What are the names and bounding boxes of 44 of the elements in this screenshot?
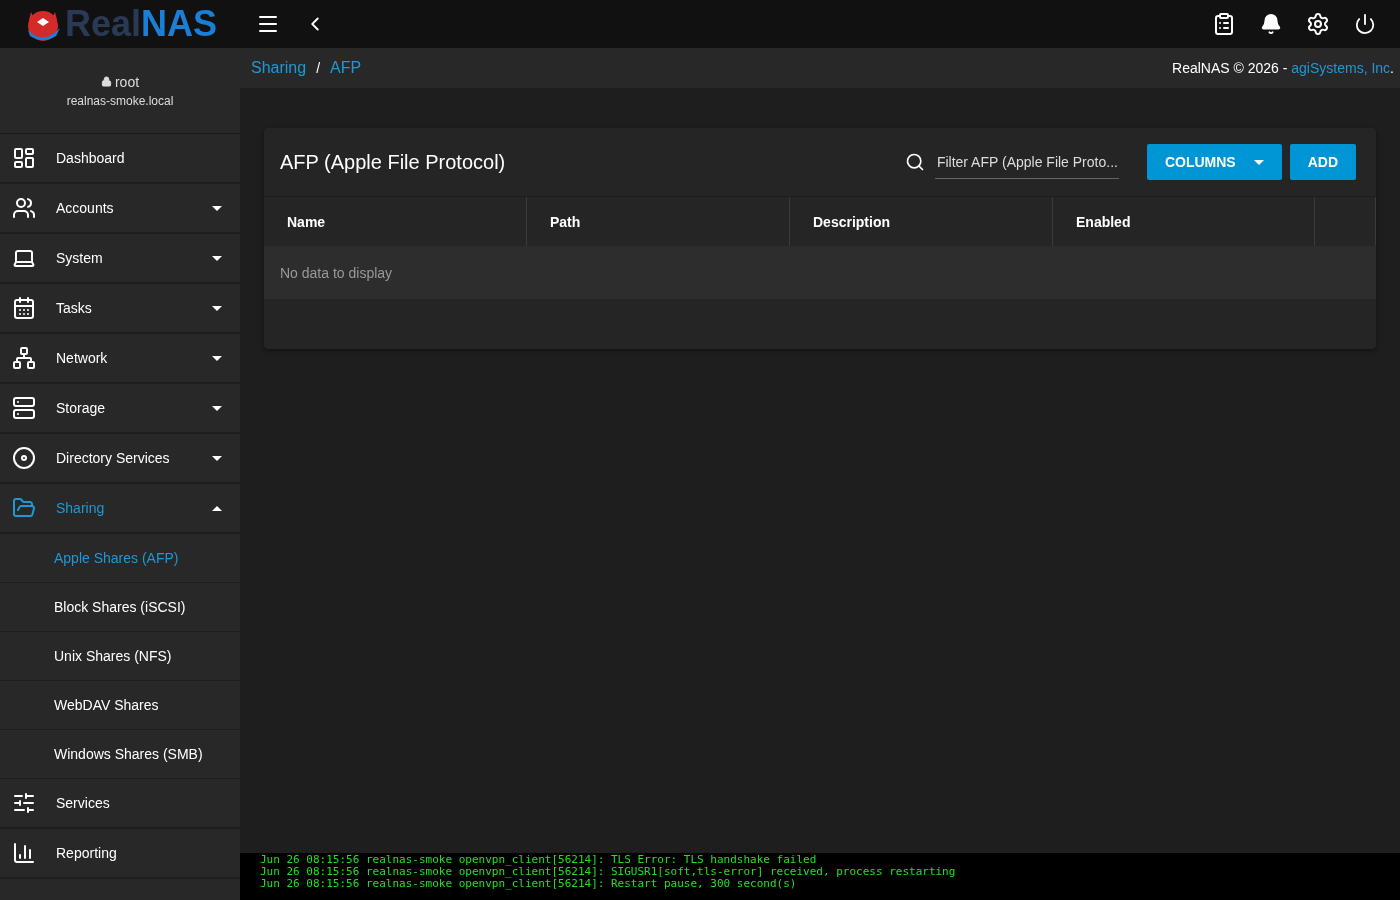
- breadcrumb-separator: /: [316, 60, 321, 76]
- network-icon: [12, 346, 36, 370]
- notifications-button[interactable]: [1260, 13, 1282, 35]
- power-button[interactable]: [1354, 13, 1376, 35]
- sidebar-subitem[interactable]: WebDAV Shares: [0, 681, 240, 730]
- sidebar-item[interactable]: Reporting: [0, 829, 240, 879]
- copyright-text: RealNAS © 2026 - agiSystems, Inc.: [1172, 60, 1394, 76]
- breadcrumb-link[interactable]: Sharing: [251, 59, 307, 77]
- folder-icon: [12, 496, 36, 520]
- settings-button[interactable]: [1306, 12, 1330, 36]
- sidebar-item[interactable]: Accounts: [0, 184, 240, 234]
- breadcrumb-link[interactable]: AFP: [330, 59, 362, 77]
- sidebar-item[interactable]: Sharing: [0, 484, 240, 534]
- console-line: Jun 26 08:15:56 realnas-smoke openvpn_client[56214]: TLS Error: TLS handshake failed: [260, 854, 818, 866]
- sidebar-item[interactable]: System: [0, 234, 240, 284]
- empty-message: No data to display: [264, 246, 1376, 299]
- calendar-icon: [12, 296, 36, 320]
- host-name: realnas-smoke.local: [66, 93, 174, 108]
- people-icon: [12, 196, 36, 220]
- card-title: AFP (Apple File Protocol): [280, 150, 507, 174]
- storage-icon: [12, 396, 36, 420]
- disc-icon: [12, 446, 36, 470]
- dashboard-icon: [12, 146, 36, 170]
- sidebar-item[interactable]: Directory Services: [0, 434, 240, 484]
- logo-text: RealNAS: [64, 3, 218, 45]
- clipboard-button[interactable]: [1212, 12, 1236, 36]
- sidebar-item[interactable]: Tasks: [0, 284, 240, 334]
- user-name: root: [100, 73, 140, 90]
- console-line: Jun 26 08:15:56 realnas-smoke openvpn_client[56214]: Restart pause, 300 second(s): [260, 878, 798, 890]
- sidebar-subitem[interactable]: Block Shares (iSCSI): [0, 583, 240, 632]
- sidebar-item[interactable]: Dashboard: [0, 134, 240, 184]
- search-icon: [904, 152, 925, 172]
- bar-chart-icon: [12, 841, 36, 865]
- lock-icon: [100, 76, 112, 87]
- caret-icon: [1253, 159, 1264, 165]
- filter-field[interactable]: Filter AFP (Apple File Proto...: [934, 145, 1119, 179]
- sidebar-subitem[interactable]: Apple Shares (AFP): [0, 534, 240, 583]
- sidebar-item[interactable]: Services: [0, 779, 240, 829]
- sidebar-subitem[interactable]: Windows Shares (SMB): [0, 730, 240, 779]
- sidebar-subitem[interactable]: Unix Shares (NFS): [0, 632, 240, 681]
- sliders-icon: [12, 791, 36, 815]
- console-line: Jun 26 08:15:56 realnas-smoke openvpn_client[56214]: SIGUSR1[soft,tls-error] received, process restarting: [260, 866, 957, 878]
- sidebar-item[interactable]: Storage: [0, 384, 240, 434]
- sidebar-item[interactable]: Network: [0, 334, 240, 384]
